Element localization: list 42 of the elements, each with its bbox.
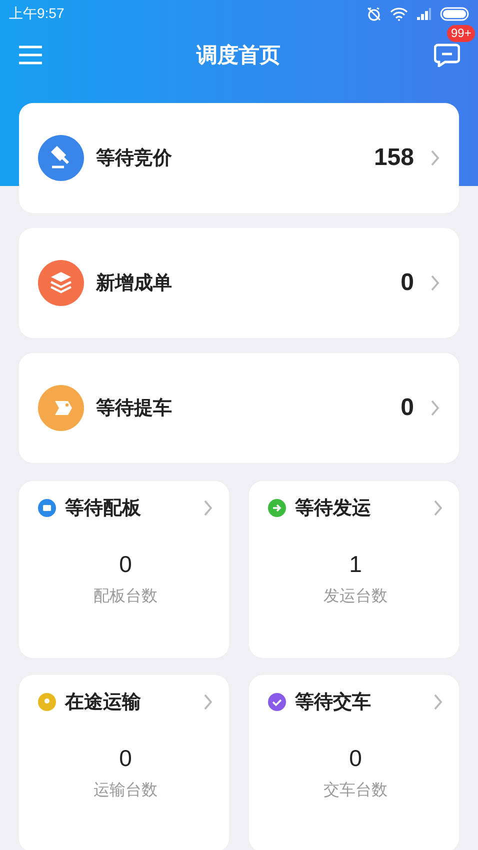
chevron-right-icon: [430, 274, 440, 292]
card-label: 等待提车: [96, 396, 173, 421]
signal-icon: [416, 8, 432, 20]
status-time: 上午9:57: [9, 5, 64, 23]
stat-caption: 配板台数: [92, 587, 158, 607]
stat-caption: 交车台数: [322, 780, 388, 801]
card-count: 0: [400, 394, 414, 422]
card-title: 等待交车: [295, 690, 372, 715]
summary-card[interactable]: 等待提车 0: [19, 353, 459, 463]
wifi-icon: [390, 7, 408, 21]
page-title: 调度首页: [196, 42, 280, 69]
stat-value: 0: [348, 745, 363, 772]
battery-icon: [440, 7, 470, 21]
stat-caption: 运输台数: [92, 781, 158, 801]
menu-icon: [18, 45, 43, 65]
chevron-right-icon: [433, 499, 443, 517]
stat-value: 0: [118, 745, 133, 772]
stat-value: 1: [348, 551, 363, 578]
alarm-off-icon: [366, 6, 382, 22]
card-title: 等待配板: [65, 497, 142, 521]
card-label: 新增成单: [96, 272, 173, 296]
card-label: 等待竞价: [96, 146, 173, 171]
chevron-right-icon: [203, 693, 213, 711]
stat-card[interactable]: 等待发运 1 发运台数: [249, 481, 459, 658]
stat-caption: 发运台数: [322, 587, 388, 607]
card-count: 0: [400, 269, 414, 297]
card-count: 158: [374, 144, 414, 172]
messages-button[interactable]: [434, 43, 460, 67]
summary-card[interactable]: 新增成单 0: [19, 228, 459, 338]
card-title: 在途运输: [65, 691, 142, 715]
menu-button[interactable]: [18, 45, 43, 65]
stat-card[interactable]: 等待配板 0 配板台数: [19, 481, 229, 658]
stat-card[interactable]: 在途运输 0 运输台数: [19, 675, 229, 850]
chat-icon: [434, 43, 460, 67]
summary-card[interactable]: 等待竞价 158: [19, 103, 459, 213]
chevron-right-icon: [430, 149, 440, 167]
stat-value: 0: [118, 551, 133, 578]
card-title: 等待发运: [295, 497, 372, 521]
chevron-right-icon: [203, 499, 213, 517]
stat-card[interactable]: 等待交车 0 交车台数: [249, 675, 459, 850]
chevron-right-icon: [433, 693, 443, 711]
chevron-right-icon: [430, 399, 440, 417]
